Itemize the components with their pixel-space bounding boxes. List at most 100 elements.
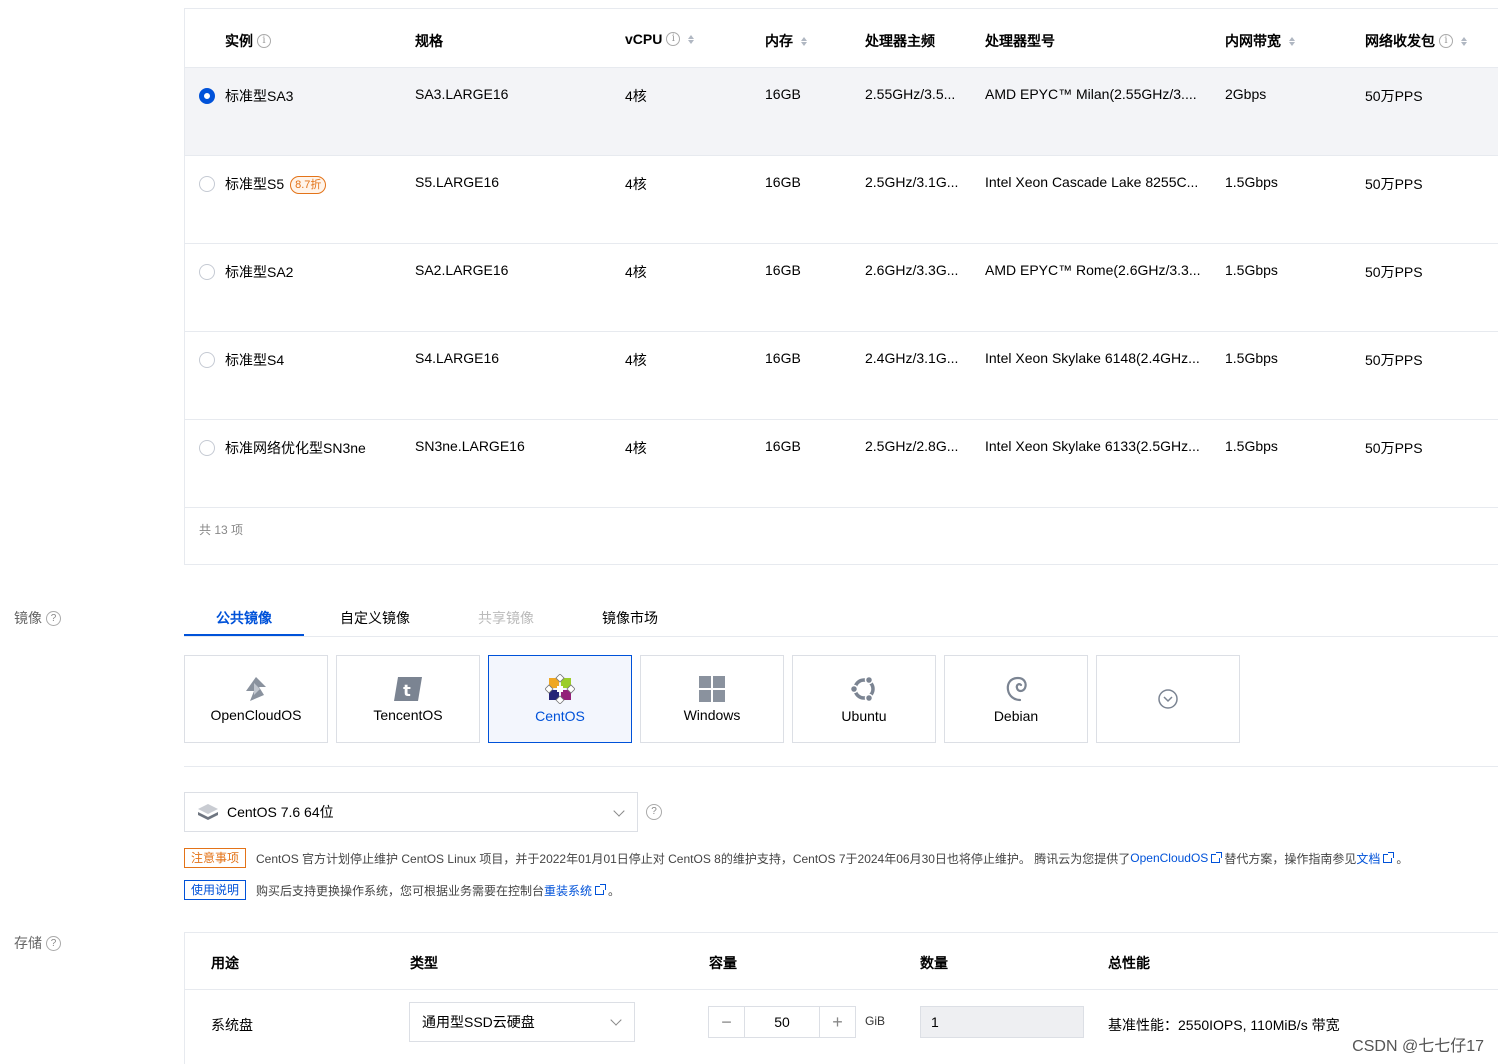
disk-count-field: 1: [920, 1006, 1084, 1038]
cell-freq: 2.6GHz/3.3G...: [865, 262, 959, 278]
sort-icon[interactable]: [1461, 36, 1467, 46]
os-name: Ubuntu: [841, 708, 887, 724]
external-link-icon: [595, 883, 607, 895]
cell-pps: 50万PPS: [1365, 264, 1423, 280]
tab-shared-image: 共享镜像: [478, 610, 534, 626]
cell-pps: 50万PPS: [1365, 440, 1423, 456]
cell-vcpu: 4核: [625, 88, 647, 104]
cell-model: Intel Xeon Skylake 6148(2.4GHz...: [985, 350, 1200, 366]
instance-name-text: 标准型SA3: [225, 88, 294, 104]
capacity-input[interactable]: 50: [745, 1007, 819, 1037]
os-name: OpenCloudOS: [210, 707, 302, 723]
sort-icon[interactable]: [1289, 36, 1295, 46]
col-performance: 总性能: [1108, 955, 1150, 971]
cell-mem: 16GB: [765, 350, 801, 366]
row-radio[interactable]: [199, 264, 215, 280]
os-card-debian[interactable]: Debian: [944, 655, 1088, 743]
decrement-button[interactable]: −: [709, 1007, 745, 1037]
os-version-select[interactable]: CentOS 7.6 64位: [184, 792, 638, 832]
usage-text: 购买后支持更换操作系统，您可根据业务需要在控制台: [256, 883, 545, 898]
help-icon[interactable]: ?: [46, 610, 61, 626]
col-cpu-model: 处理器型号: [985, 33, 1055, 49]
tab-image-market[interactable]: 镜像市场: [602, 608, 658, 628]
cell-pps: 50万PPS: [1365, 352, 1423, 368]
cell-vcpu: 4核: [625, 176, 647, 192]
instance-name: 标准型SA3: [225, 86, 293, 106]
chevron-down-icon: [610, 1014, 622, 1026]
cell-freq: 2.5GHz/3.1G...: [865, 174, 959, 190]
chevron-down-icon: [613, 805, 625, 817]
os-version-value: CentOS 7.6 64位: [227, 804, 334, 820]
os-card-ubuntu[interactable]: Ubuntu: [792, 655, 936, 743]
table-row[interactable]: 标准型SA3 SA3.LARGE16 4核 16GB 2.55GHz/3.5... AMD…: [185, 68, 1498, 156]
table-row[interactable]: 标准型SA2 SA2.LARGE16 4核 16GB 2.6GHz/3.3G... AMD…: [185, 244, 1498, 332]
image-label: 镜像?: [14, 608, 61, 628]
tab-public-image[interactable]: 公共镜像: [216, 608, 272, 628]
row-radio[interactable]: [199, 88, 215, 104]
notice-text-2: 替代方案，操作指南参见: [1224, 851, 1357, 866]
usage-text-2: 。: [608, 883, 621, 898]
instance-name: 标准型S5 8.7折: [225, 174, 327, 195]
os-card-opencloudos[interactable]: OpenCloudOS: [184, 655, 328, 743]
reinstall-link[interactable]: 重装系统: [544, 882, 592, 899]
disk-type-select[interactable]: 通用型SSD云硬盘: [409, 1002, 635, 1042]
sort-icon[interactable]: [688, 34, 695, 44]
col-memory[interactable]: 内存: [765, 31, 807, 51]
opencloudos-icon: [246, 677, 266, 701]
col-count: 数量: [920, 955, 948, 971]
cell-model: Intel Xeon Cascade Lake 8255C...: [985, 174, 1199, 190]
external-link-icon: [1211, 851, 1223, 863]
info-icon[interactable]: i: [1439, 34, 1453, 48]
instance-name: 标准网络优化型SN3ne: [225, 438, 366, 458]
external-link-icon: [1383, 851, 1395, 863]
disk-type-value: 通用型SSD云硬盘: [422, 1014, 535, 1030]
cell-bw: 1.5Gbps: [1225, 262, 1278, 278]
image-tabs: 公共镜像 自定义镜像 共享镜像 镜像市场: [184, 596, 1498, 637]
os-card-windows[interactable]: Windows: [640, 655, 784, 743]
col-pps[interactable]: 网络收发包 i: [1365, 31, 1467, 51]
help-icon[interactable]: ?: [646, 804, 662, 820]
os-name: Debian: [993, 708, 1039, 724]
opencloudos-link[interactable]: OpenCloudOS: [1130, 851, 1208, 865]
table-row[interactable]: 标准型S5 8.7折 S5.LARGE16 4核 16GB 2.5GHz/3.1G... I…: [185, 156, 1498, 244]
instance-name-text: 标准型S5: [225, 176, 285, 192]
cell-freq: 2.4GHz/3.1G...: [865, 350, 959, 366]
row-radio[interactable]: [199, 440, 215, 456]
info-icon[interactable]: i: [666, 32, 681, 46]
capacity-unit: GiB: [865, 1014, 886, 1028]
sort-icon[interactable]: [801, 36, 807, 46]
storage-label: 存储?: [14, 933, 61, 953]
cell-vcpu: 4核: [625, 264, 647, 280]
cell-bw: 2Gbps: [1225, 86, 1267, 102]
os-card-more[interactable]: [1096, 655, 1240, 743]
col-bandwidth[interactable]: 内网带宽: [1225, 31, 1295, 51]
table-row[interactable]: 标准网络优化型SN3ne SN3ne.LARGE16 4核 16GB 2.5GHz/2.…: [185, 420, 1498, 508]
windows-icon: [699, 676, 725, 702]
row-radio[interactable]: [199, 352, 215, 368]
cell-pps: 50万PPS: [1365, 88, 1423, 104]
notice-text-3: 。: [1396, 851, 1409, 866]
storage-table: 用途 类型 容量 数量 总性能 系统盘 通用型SSD云硬盘 − 50 + GiB…: [184, 932, 1498, 1064]
os-card-tencentos[interactable]: t TencentOS: [336, 655, 480, 743]
increment-button[interactable]: +: [819, 1007, 855, 1037]
tab-custom-image[interactable]: 自定义镜像: [340, 608, 410, 628]
active-tab-indicator: [184, 634, 304, 636]
cell-spec: SN3ne.LARGE16: [415, 438, 525, 454]
cell-bw: 1.5Gbps: [1225, 174, 1278, 190]
col-vcpu[interactable]: vCPU i: [625, 31, 695, 47]
cell-mem: 16GB: [765, 262, 801, 278]
instance-name-text: 标准型SA2: [225, 264, 294, 280]
doc-link[interactable]: 文档: [1356, 850, 1380, 867]
capacity-stepper[interactable]: − 50 +: [708, 1006, 856, 1038]
section-divider: [184, 766, 1498, 767]
info-icon[interactable]: i: [257, 34, 271, 48]
tencentos-icon: t: [394, 677, 422, 701]
cell-mem: 16GB: [765, 86, 801, 102]
table-row[interactable]: 标准型S4 S4.LARGE16 4核 16GB 2.4GHz/3.1G... Intel…: [185, 332, 1498, 420]
row-radio[interactable]: [199, 176, 215, 192]
notice-tag: 注意事项: [184, 848, 247, 868]
help-icon[interactable]: ?: [46, 935, 61, 951]
os-name: CentOS: [535, 708, 585, 724]
os-card-centos[interactable]: CentOS: [488, 655, 632, 743]
centos-icon: [545, 674, 575, 704]
